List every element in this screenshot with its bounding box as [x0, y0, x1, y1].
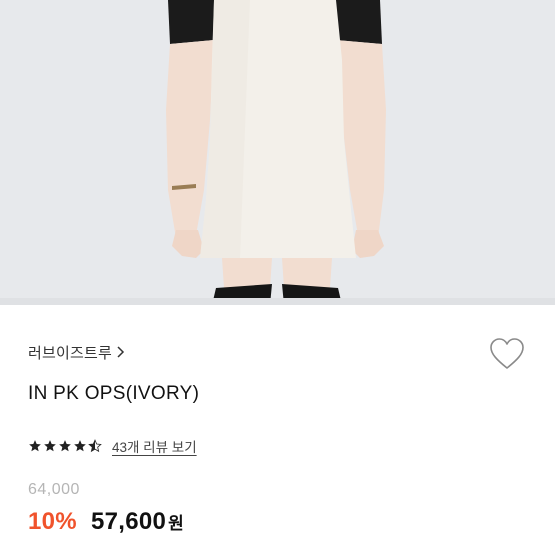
product-photo: [0, 0, 555, 305]
discount-rate: 10%: [28, 508, 77, 535]
star-full-icon: [44, 440, 56, 452]
chevron-right-icon: [116, 345, 126, 359]
product-info: 러브이즈트루 IN PK OPS(IVORY) 43개 리뷰 보기 64,000…: [0, 305, 555, 555]
brand-name: 러브이즈트루: [28, 344, 113, 362]
brand-link[interactable]: 러브이즈트루: [28, 341, 126, 363]
currency-label: 원: [168, 514, 184, 533]
heart-outline-icon: [490, 338, 524, 369]
star-full-icon: [29, 440, 41, 452]
star-full-icon: [74, 440, 86, 452]
rating-row: 43개 리뷰 보기: [28, 436, 197, 456]
star-half-icon: [88, 439, 102, 453]
product-image[interactable]: [0, 0, 555, 305]
review-link[interactable]: 43개 리뷰 보기: [112, 436, 197, 456]
price-row: 10% 57,600 원: [28, 508, 184, 536]
sale-price: 57,600: [90, 508, 167, 535]
wishlist-button[interactable]: [488, 335, 526, 373]
star-full-icon: [59, 440, 71, 452]
product-title: IN PK OPS(IVORY): [28, 383, 200, 404]
star-rating: [28, 439, 102, 453]
original-price: 64,000: [28, 481, 80, 498]
